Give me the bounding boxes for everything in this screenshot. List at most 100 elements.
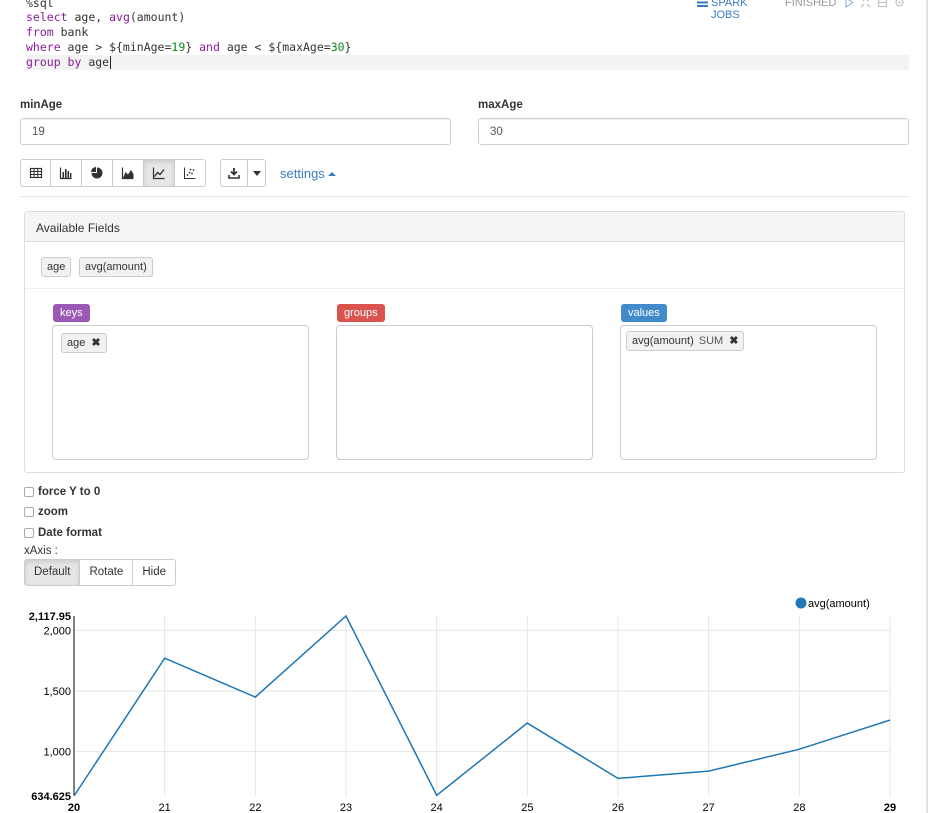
bar-chart-button[interactable] — [51, 159, 82, 187]
code-token: avg — [109, 10, 130, 24]
x-tick-label: 27 — [703, 802, 715, 813]
gear-icon[interactable] — [894, 0, 905, 8]
code-token: } — [185, 40, 200, 54]
xaxis-hide-button[interactable]: Hide — [133, 559, 176, 586]
download-dropdown-toggle[interactable] — [248, 159, 266, 187]
min-age-input[interactable] — [20, 118, 451, 145]
x-tick-label: 24 — [431, 802, 443, 813]
key-chip-label: age — [67, 337, 86, 349]
legend-marker — [795, 597, 807, 609]
bar-chart-icon — [59, 167, 72, 180]
area-chart-icon — [121, 167, 134, 180]
series-line — [73, 614, 891, 797]
date-format-option[interactable]: Date format — [24, 526, 102, 540]
download-button[interactable] — [220, 159, 248, 187]
list-icon — [697, 1, 708, 7]
code-token: select — [26, 10, 68, 24]
data-point — [526, 722, 529, 725]
pie-chart-button[interactable] — [82, 159, 113, 187]
line-chart-button[interactable] — [144, 159, 175, 187]
line-chart-icon — [152, 167, 165, 180]
keys-drop-zone[interactable]: age ✖ — [52, 325, 309, 460]
value-chip-avg-amount[interactable]: avg(amount) SUM ✖ — [626, 331, 745, 351]
data-point — [889, 719, 892, 722]
code-line[interactable]: where age > ${minAge=19} and age < ${max… — [26, 40, 909, 55]
data-point — [798, 748, 801, 751]
x-tick-label: 23 — [340, 802, 352, 813]
groups-label: groups — [337, 304, 385, 322]
x-tick-label: 25 — [521, 802, 533, 813]
remove-icon[interactable]: ✖ — [729, 335, 738, 347]
field-chip-avg-amount[interactable]: avg(amount) — [79, 257, 153, 277]
scatter-chart-button[interactable] — [175, 159, 206, 187]
code-token: age < ${maxAge= — [219, 40, 331, 54]
data-point — [345, 615, 348, 618]
expand-icon[interactable] — [860, 0, 871, 8]
xaxis-label: xAxis : — [24, 545, 58, 557]
data-point — [163, 657, 166, 660]
code-token: from — [26, 25, 54, 39]
max-age-label: maxAge — [478, 99, 523, 111]
min-age-label: minAge — [20, 99, 63, 111]
y-tick-label: 1,000 — [43, 747, 71, 759]
max-age-input[interactable] — [478, 118, 909, 145]
code-token: } — [344, 40, 352, 54]
code-token: age > ${minAge= — [60, 40, 172, 54]
xaxis-default-button[interactable]: Default — [24, 559, 81, 586]
force-y-option[interactable]: force Y to 0 — [24, 485, 100, 499]
settings-toggle[interactable]: settings — [280, 166, 325, 181]
value-chip-label: avg(amount) — [632, 335, 694, 347]
download-icon — [228, 168, 240, 179]
y-max-label: 2,117.95 — [29, 611, 71, 623]
y-tick-label: 2,000 — [43, 625, 71, 637]
code-line[interactable]: from bank — [26, 25, 909, 40]
xaxis-rotate-button[interactable]: Rotate — [80, 559, 134, 586]
code-token: age — [81, 55, 110, 69]
remove-icon[interactable]: ✖ — [91, 337, 100, 349]
key-chip-age[interactable]: age ✖ — [61, 333, 107, 353]
x-tick-label: 28 — [793, 802, 805, 813]
caret-up-icon — [328, 172, 336, 176]
paragraph-status-bar: SPARK JOBS FINISHED — [697, 0, 909, 21]
data-point — [617, 777, 620, 780]
x-tick-label: 21 — [159, 802, 171, 813]
table-icon — [29, 167, 42, 179]
area-chart-button[interactable] — [113, 159, 144, 187]
x-tick-label: 22 — [249, 802, 261, 813]
divider — [20, 196, 909, 197]
zoom-option[interactable]: zoom — [24, 505, 68, 519]
code-token: %sql — [26, 0, 54, 10]
code-token: 19 — [171, 40, 186, 54]
pie-chart-icon — [91, 167, 103, 179]
run-icon[interactable] — [844, 0, 855, 8]
chart-type-selector — [20, 159, 206, 187]
field-chip-age[interactable]: age — [41, 257, 72, 277]
text-cursor — [110, 56, 112, 69]
book-icon[interactable] — [877, 0, 888, 8]
x-tick-label: 20 — [68, 802, 80, 813]
code-token: group by — [26, 55, 82, 69]
caret-down-icon — [252, 170, 261, 176]
groups-drop-zone[interactable] — [336, 325, 593, 460]
x-tick-label: 26 — [612, 802, 624, 813]
force-y-checkbox[interactable] — [24, 487, 34, 497]
values-drop-zone[interactable]: avg(amount) SUM ✖ — [620, 325, 877, 460]
code-line[interactable]: group by age — [26, 55, 909, 70]
code-line[interactable]: select age, avg(amount) — [26, 10, 909, 25]
panel-header: Available Fields — [25, 212, 904, 242]
paragraph-state: FINISHED — [785, 0, 837, 9]
zoom-checkbox[interactable] — [24, 507, 34, 517]
date-format-checkbox[interactable] — [24, 528, 34, 538]
scatter-chart-icon — [184, 167, 196, 179]
code-token: and — [199, 40, 220, 54]
code-token: (amount) — [129, 10, 186, 24]
download-button-group — [220, 159, 266, 187]
xaxis-mode-selector: Default Rotate Hide — [24, 559, 176, 586]
table-view-button[interactable] — [20, 159, 51, 187]
spark-jobs-label: SPARK JOBS — [711, 0, 748, 21]
code-token: where — [26, 40, 61, 54]
data-point — [707, 770, 710, 773]
aggregation-selector[interactable]: SUM — [699, 335, 723, 347]
line-chart: 2,000 1,500 1,000 2,117.95 634.62520 21 22 23 24… — [29, 597, 896, 813]
code-token: bank — [53, 25, 89, 39]
